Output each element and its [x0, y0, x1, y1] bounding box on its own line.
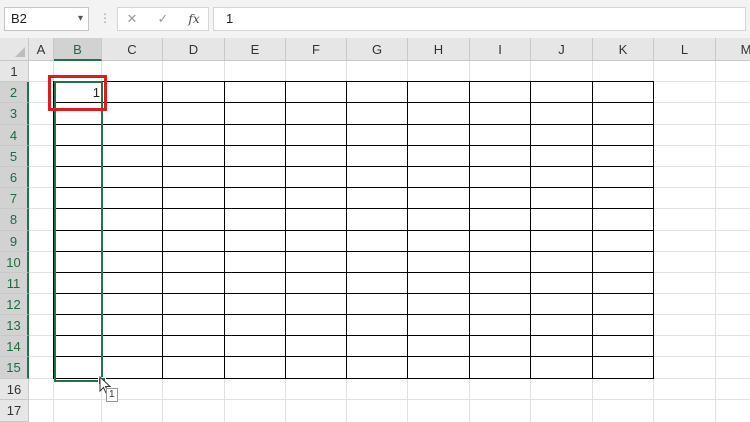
- row-header-17[interactable]: 17: [0, 400, 29, 422]
- table-border: [53, 145, 654, 146]
- highlight-box: [48, 75, 107, 111]
- table-border: [53, 272, 654, 273]
- column-header-g[interactable]: G: [347, 38, 408, 61]
- column-header-l[interactable]: L: [654, 38, 716, 61]
- worksheet-grid[interactable]: A B C D E F G H I J K L M 1 2 3 4 5 6 7 8 9 10 11 12 13 14 15 16 17: [0, 38, 750, 422]
- row-header-10[interactable]: 10: [0, 252, 29, 273]
- row-header-15[interactable]: 15: [0, 357, 29, 379]
- gridline: [715, 61, 716, 422]
- table-border: [53, 102, 654, 103]
- formula-buttons: ✕ ✓ fx: [117, 7, 209, 31]
- row-header-4[interactable]: 4: [0, 125, 29, 146]
- autofill-tooltip: 1: [106, 388, 118, 402]
- table-border: [53, 81, 654, 82]
- column-header-f[interactable]: F: [286, 38, 347, 61]
- column-header-e[interactable]: E: [225, 38, 286, 61]
- table-border: [53, 208, 654, 209]
- gridline: [29, 399, 750, 400]
- table-border: [53, 166, 654, 167]
- row-header-6[interactable]: 6: [0, 167, 29, 188]
- row-header-9[interactable]: 9: [0, 231, 29, 252]
- column-header-b[interactable]: B: [54, 38, 102, 61]
- row-header-3[interactable]: 3: [0, 103, 29, 125]
- table-border: [53, 314, 654, 315]
- row-header-16[interactable]: 16: [0, 379, 29, 400]
- row-header-11[interactable]: 11: [0, 273, 29, 294]
- drag-handle-icon[interactable]: ⋮: [99, 9, 111, 27]
- enter-check-icon[interactable]: ✓: [153, 10, 173, 28]
- table-border: [53, 230, 654, 231]
- row-header-7[interactable]: 7: [0, 188, 29, 209]
- formula-input[interactable]: 1: [213, 7, 746, 31]
- row-header-13[interactable]: 13: [0, 315, 29, 336]
- table-border: [53, 335, 654, 336]
- column-header-d[interactable]: D: [163, 38, 225, 61]
- column-header-i[interactable]: I: [470, 38, 531, 61]
- table-border: [53, 378, 654, 379]
- row-header-2[interactable]: 2: [0, 82, 29, 103]
- column-header-m[interactable]: M: [716, 38, 750, 61]
- column-header-h[interactable]: H: [408, 38, 470, 61]
- select-all-button[interactable]: [0, 38, 29, 61]
- column-header-a[interactable]: A: [29, 38, 54, 61]
- name-box[interactable]: B2 ▾: [4, 7, 89, 31]
- row-header-8[interactable]: 8: [0, 209, 29, 231]
- row-header-14[interactable]: 14: [0, 336, 29, 357]
- cancel-icon[interactable]: ✕: [122, 10, 142, 28]
- chevron-down-icon[interactable]: ▾: [78, 8, 83, 30]
- formula-bar-area: B2 ▾ ⋮ ✕ ✓ fx 1: [0, 0, 750, 38]
- table-border: [53, 124, 654, 125]
- table-border: [53, 293, 654, 294]
- column-header-j[interactable]: J: [531, 38, 593, 61]
- name-box-value: B2: [11, 11, 27, 26]
- table-border: [53, 356, 654, 357]
- column-header-c[interactable]: C: [102, 38, 163, 61]
- row-header-5[interactable]: 5: [0, 146, 29, 167]
- table-border: [53, 251, 654, 252]
- row-header-1[interactable]: 1: [0, 61, 29, 82]
- table-border: [53, 187, 654, 188]
- row-header-12[interactable]: 12: [0, 294, 29, 315]
- insert-function-icon[interactable]: fx: [184, 10, 204, 28]
- selected-range: [54, 81, 103, 382]
- column-header-k[interactable]: K: [593, 38, 654, 61]
